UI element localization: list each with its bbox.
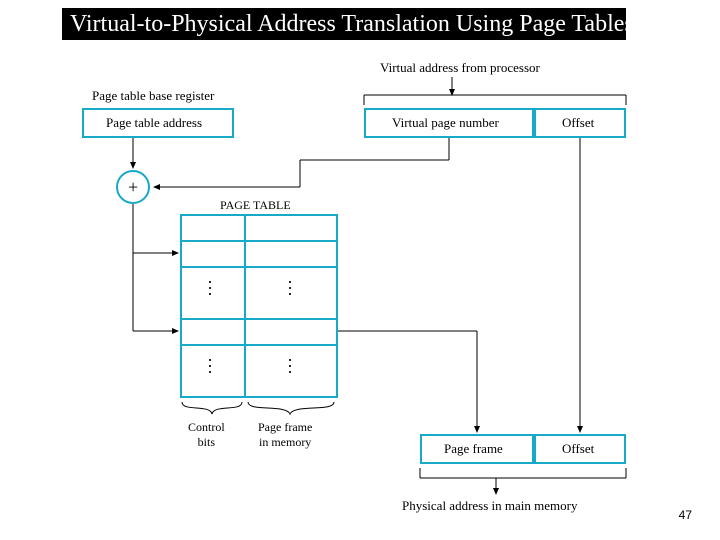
page-number: 47 (679, 508, 692, 522)
diagram-connectors (0, 0, 720, 540)
